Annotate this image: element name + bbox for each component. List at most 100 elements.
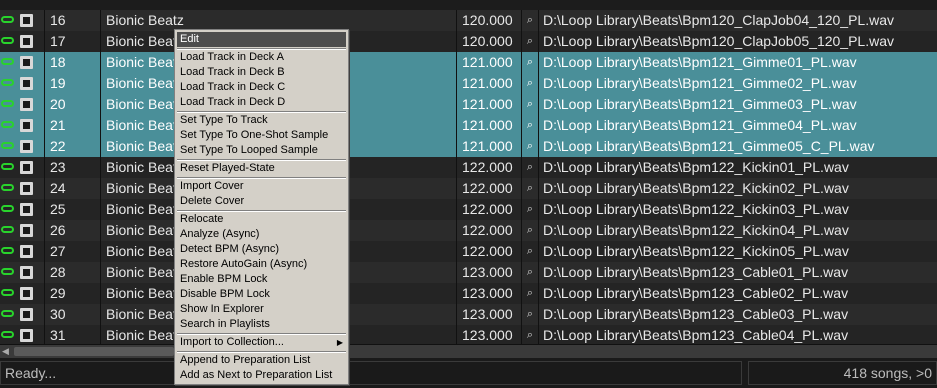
deck-icon[interactable]: [20, 77, 33, 90]
menu-item-label: Detect BPM (Async): [180, 243, 280, 255]
menu-item-set-type-to-one-shot-sample[interactable]: Set Type To One-Shot Sample: [177, 128, 346, 143]
magnifier-icon[interactable]: ⌕: [521, 283, 539, 304]
menu-item-label: Load Track in Deck A: [180, 51, 284, 63]
deck-icon[interactable]: [20, 161, 33, 174]
table-row[interactable]: 27 Bionic Beatz 122.000 ⌕ D:\Loop Library\Be…: [0, 241, 937, 262]
scroll-left-arrow-icon[interactable]: ◀: [2, 346, 12, 357]
magnifier-icon[interactable]: ⌕: [521, 31, 539, 52]
menu-item-import-cover[interactable]: Import Cover: [177, 179, 346, 194]
table-row[interactable]: 19 Bionic Beatz 121.000 ⌕ D:\Loop Library\Be…: [0, 73, 937, 94]
track-number: 24: [50, 178, 101, 199]
table-row[interactable]: 31 Bionic Beatz 123.000 ⌕ D:\Loop Library\Be…: [0, 325, 937, 344]
menu-item-analyze-async[interactable]: Analyze (Async): [177, 227, 346, 242]
menu-item-reset-played-state[interactable]: Reset Played-State: [177, 161, 346, 176]
menu-item-label: Set Type To Track: [180, 114, 268, 126]
menu-item-load-track-in-deck-a[interactable]: Load Track in Deck A: [177, 50, 346, 65]
magnifier-icon[interactable]: ⌕: [521, 157, 539, 178]
menu-item-set-type-to-looped-sample[interactable]: Set Type To Looped Sample: [177, 143, 346, 158]
menu-item-label: Search in Playlists: [180, 318, 270, 330]
table-row[interactable]: 23 Bionic Beatz 122.000 ⌕ D:\Loop Library\Be…: [0, 157, 937, 178]
menu-item-search-in-playlists[interactable]: Search in Playlists: [177, 317, 346, 332]
deck-icon[interactable]: [20, 266, 33, 279]
table-row[interactable]: 17 Bionic Beatz 120.000 ⌕ D:\Loop Library\Be…: [0, 31, 937, 52]
magnifier-icon[interactable]: ⌕: [521, 220, 539, 241]
track-bpm: 122.000: [462, 243, 513, 259]
loop-icon: [1, 79, 14, 86]
table-row[interactable]: 29 Bionic Beatz 123.000 ⌕ D:\Loop Library\Be…: [0, 283, 937, 304]
track-path: D:\Loop Library\Beats\Bpm123_Cable04_PL.…: [543, 327, 849, 343]
magnifier-icon[interactable]: ⌕: [521, 73, 539, 94]
deck-icon[interactable]: [20, 203, 33, 216]
table-row[interactable]: 30 Bionic Beatz 123.000 ⌕ D:\Loop Library\Be…: [0, 304, 937, 325]
deck-icon[interactable]: [20, 56, 33, 69]
table-row[interactable]: 24 Bionic Beatz 122.000 ⌕ D:\Loop Library\Be…: [0, 178, 937, 199]
row-icons: [0, 199, 45, 220]
magnifier-icon[interactable]: ⌕: [521, 199, 539, 220]
magnifier-icon[interactable]: ⌕: [521, 94, 539, 115]
deck-icon[interactable]: [20, 224, 33, 237]
menu-item-restore-autogain-async[interactable]: Restore AutoGain (Async): [177, 257, 346, 272]
menu-item-label: Delete Cover: [180, 195, 245, 207]
menu-item-label: Set Type To One-Shot Sample: [180, 129, 329, 141]
menu-item-load-track-in-deck-c[interactable]: Load Track in Deck C: [177, 80, 346, 95]
menu-item-relocate[interactable]: Relocate: [177, 212, 346, 227]
table-row[interactable]: 20 Bionic Beatz 121.000 ⌕ D:\Loop Library\Be…: [0, 94, 937, 115]
magnifier-icon[interactable]: ⌕: [521, 136, 539, 157]
menu-item-label: Set Type To Looped Sample: [180, 144, 318, 156]
track-bpm: 120.000: [462, 12, 513, 28]
deck-icon[interactable]: [20, 245, 33, 258]
deck-icon[interactable]: [20, 14, 33, 27]
loop-icon: [1, 205, 14, 212]
table-row[interactable]: 22 Bionic Beatz 121.000 ⌕ D:\Loop Library\Be…: [0, 136, 937, 157]
track-bpm: 122.000: [462, 180, 513, 196]
track-list: 16 Bionic Beatz 120.000 ⌕ D:\Loop Library\Be…: [0, 0, 937, 344]
menu-item-detect-bpm-async[interactable]: Detect BPM (Async): [177, 242, 346, 257]
table-row[interactable]: 21 Bionic Beatz 121.000 ⌕ D:\Loop Library\Be…: [0, 115, 937, 136]
magnifier-icon[interactable]: ⌕: [521, 304, 539, 325]
magnifier-icon[interactable]: ⌕: [521, 325, 539, 344]
menu-item-edit[interactable]: Edit: [177, 32, 346, 47]
menu-item-label: Relocate: [180, 213, 224, 225]
deck-icon[interactable]: [20, 182, 33, 195]
magnifier-icon[interactable]: ⌕: [521, 262, 539, 283]
menu-item-import-to-collection[interactable]: Import to Collection... ▶: [177, 335, 346, 350]
deck-icon[interactable]: [20, 329, 33, 342]
table-row[interactable]: 18 Bionic Beatz 121.000 ⌕ D:\Loop Library\Be…: [0, 52, 937, 73]
menu-item-load-track-in-deck-b[interactable]: Load Track in Deck B: [177, 65, 346, 80]
menu-item-show-in-explorer[interactable]: Show In Explorer: [177, 302, 346, 317]
track-bpm: 121.000: [462, 54, 513, 70]
menu-item-delete-cover[interactable]: Delete Cover: [177, 194, 346, 209]
deck-icon[interactable]: [20, 35, 33, 48]
scroll-thumb[interactable]: [14, 347, 174, 356]
track-number: 27: [50, 241, 101, 262]
table-row[interactable]: 16 Bionic Beatz 120.000 ⌕ D:\Loop Library\Be…: [0, 10, 937, 31]
deck-icon[interactable]: [20, 287, 33, 300]
magnifier-icon[interactable]: ⌕: [521, 241, 539, 262]
table-row[interactable]: 28 Bionic Beatz 123.000 ⌕ D:\Loop Library\Be…: [0, 262, 937, 283]
magnifier-icon[interactable]: ⌕: [521, 10, 539, 31]
menu-item-enable-bpm-lock[interactable]: Enable BPM Lock: [177, 272, 346, 287]
context-menu: Edit Load Track in Deck A Load Track in De…: [174, 29, 349, 385]
menu-item-load-track-in-deck-d[interactable]: Load Track in Deck D: [177, 95, 346, 110]
menu-item-label: Add as Next to Preparation List: [180, 369, 333, 381]
deck-icon[interactable]: [20, 119, 33, 132]
table-row[interactable]: 26 Bionic Beatz 122.000 ⌕ D:\Loop Library\Be…: [0, 220, 937, 241]
deck-icon[interactable]: [20, 308, 33, 321]
track-number: 21: [50, 115, 101, 136]
deck-icon[interactable]: [20, 98, 33, 111]
magnifier-icon[interactable]: ⌕: [521, 115, 539, 136]
magnifier-icon[interactable]: ⌕: [521, 178, 539, 199]
menu-item-set-type-to-track[interactable]: Set Type To Track: [177, 113, 346, 128]
magnifier-icon[interactable]: ⌕: [521, 52, 539, 73]
menu-item-add-as-next-to-preparation-list[interactable]: Add as Next to Preparation List: [177, 368, 346, 383]
deck-icon[interactable]: [20, 140, 33, 153]
track-path: D:\Loop Library\Beats\Bpm121_Gimme05_C_P…: [543, 138, 875, 154]
menu-item-append-to-preparation-list[interactable]: Append to Preparation List: [177, 353, 346, 368]
horizontal-scrollbar[interactable]: ◀: [0, 344, 937, 358]
table-row[interactable]: 25 Bionic Beatz 122.000 ⌕ D:\Loop Library\Be…: [0, 199, 937, 220]
loop-icon: [1, 142, 14, 149]
track-bpm: 121.000: [462, 96, 513, 112]
menu-item-disable-bpm-lock[interactable]: Disable BPM Lock: [177, 287, 346, 302]
track-path: D:\Loop Library\Beats\Bpm122_Kickin03_PL…: [543, 201, 849, 217]
row-icons: [0, 220, 45, 241]
